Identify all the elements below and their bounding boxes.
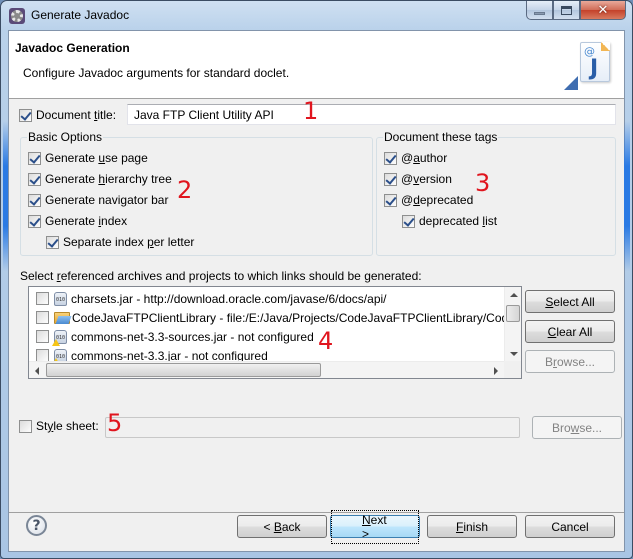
annotation-5: 5 xyxy=(107,409,123,437)
jar-icon: 010 xyxy=(54,291,67,306)
referenced-links-label: Select referenced archives and projects … xyxy=(20,269,422,283)
cancel-button[interactable]: Cancel xyxy=(525,515,615,538)
clear-all-button[interactable]: Clear All xyxy=(525,320,615,343)
document-title-checkbox-row[interactable]: Document title: xyxy=(19,108,116,122)
annotation-2: 2 xyxy=(177,176,193,204)
checkbox[interactable] xyxy=(28,151,41,165)
javadoc-file-icon: @ J xyxy=(580,42,610,82)
checkbox[interactable] xyxy=(36,311,49,324)
checkbox[interactable] xyxy=(36,292,49,305)
maximize-button[interactable] xyxy=(553,1,580,20)
checkbox[interactable] xyxy=(384,172,397,186)
page-description: Configure Javadoc arguments for standard… xyxy=(23,66,290,80)
minimize-button[interactable] xyxy=(526,1,553,20)
author-tag-checkbox[interactable]: @author xyxy=(384,151,447,165)
scroll-left-icon[interactable] xyxy=(35,367,39,375)
document-title-label: Document title: xyxy=(36,108,117,122)
title-bar[interactable]: Generate Javadoc ✕ xyxy=(1,1,632,30)
annotation-3: 3 xyxy=(475,169,491,197)
close-icon: ✕ xyxy=(597,2,609,18)
scroll-up-icon[interactable] xyxy=(510,293,518,297)
next-button[interactable]: Next > xyxy=(330,509,420,544)
checkbox[interactable] xyxy=(28,214,41,228)
document-tags-label: Document these tags xyxy=(383,130,499,144)
generate-use-page-checkbox[interactable]: Generate use page xyxy=(28,151,148,165)
checkbox[interactable] xyxy=(384,193,397,207)
header-corner-decoration xyxy=(564,76,578,90)
browse-links-button[interactable]: Browse... xyxy=(525,350,615,373)
page-title: Javadoc Generation xyxy=(15,41,130,55)
version-tag-checkbox[interactable]: @version xyxy=(384,172,452,186)
maximize-icon xyxy=(561,5,572,15)
style-sheet-checkbox-row[interactable]: Style sheet: xyxy=(19,419,99,433)
separate-index-per-letter-checkbox[interactable]: Separate index per letter xyxy=(46,235,194,249)
generate-javadoc-window: Generate Javadoc ✕ Javadoc Generation Co… xyxy=(0,0,633,559)
browse-style-sheet-button[interactable]: Browse... xyxy=(532,416,622,439)
deprecated-list-checkbox[interactable]: deprecated list xyxy=(402,214,497,228)
checkbox[interactable] xyxy=(46,235,59,249)
checkbox[interactable] xyxy=(384,151,397,165)
style-sheet-checkbox[interactable] xyxy=(19,419,32,433)
list-item[interactable]: 010 commons-net-3.3-sources.jar - not co… xyxy=(36,327,314,346)
project-folder-icon xyxy=(54,311,70,324)
document-title-input[interactable]: Java FTP Client Utility API xyxy=(127,104,616,125)
back-button[interactable]: < Back xyxy=(237,515,327,538)
horizontal-scrollbar[interactable] xyxy=(29,361,504,378)
annotation-1: 1 xyxy=(303,97,319,125)
referenced-archives-list[interactable]: 010 charsets.jar - http://download.oracl… xyxy=(28,286,522,379)
scrollbar-thumb[interactable] xyxy=(46,363,321,377)
finish-button[interactable]: Finish xyxy=(427,515,517,538)
vertical-scrollbar[interactable] xyxy=(504,287,521,362)
checkbox[interactable] xyxy=(28,193,41,207)
scroll-right-icon[interactable] xyxy=(494,367,498,375)
dialog-client-area: Javadoc Generation Configure Javadoc arg… xyxy=(8,30,625,552)
list-item[interactable]: CodeJavaFTPClientLibrary - file:/E:/Java… xyxy=(36,308,515,327)
style-sheet-input[interactable] xyxy=(105,417,520,438)
scroll-down-icon[interactable] xyxy=(510,352,518,356)
jar-warning-icon: 010 xyxy=(52,329,67,346)
footer-divider xyxy=(9,512,624,513)
list-item[interactable]: 010 charsets.jar - http://download.oracl… xyxy=(36,289,387,308)
checkbox[interactable] xyxy=(28,172,41,186)
generate-index-checkbox[interactable]: Generate index xyxy=(28,214,127,228)
annotation-4: 4 xyxy=(318,327,334,355)
help-icon[interactable]: ? xyxy=(26,515,47,536)
window-title: Generate Javadoc xyxy=(31,8,130,22)
close-button[interactable]: ✕ xyxy=(580,1,626,20)
deprecated-tag-checkbox[interactable]: @deprecated xyxy=(384,193,473,207)
eclipse-gear-icon xyxy=(9,8,25,24)
scrollbar-thumb[interactable] xyxy=(506,305,520,322)
minimize-icon xyxy=(534,11,545,15)
document-title-checkbox[interactable] xyxy=(19,108,32,122)
checkbox[interactable] xyxy=(402,214,415,228)
checkbox[interactable] xyxy=(36,330,49,343)
style-sheet-label: Style sheet: xyxy=(36,419,99,433)
generate-hierarchy-tree-checkbox[interactable]: Generate hierarchy tree xyxy=(28,172,172,186)
generate-navigator-bar-checkbox[interactable]: Generate navigator bar xyxy=(28,193,168,207)
window-controls: ✕ xyxy=(526,1,626,20)
select-all-button[interactable]: Select All xyxy=(525,290,615,313)
basic-options-label: Basic Options xyxy=(27,130,104,144)
wizard-header: Javadoc Generation Configure Javadoc arg… xyxy=(9,31,624,99)
